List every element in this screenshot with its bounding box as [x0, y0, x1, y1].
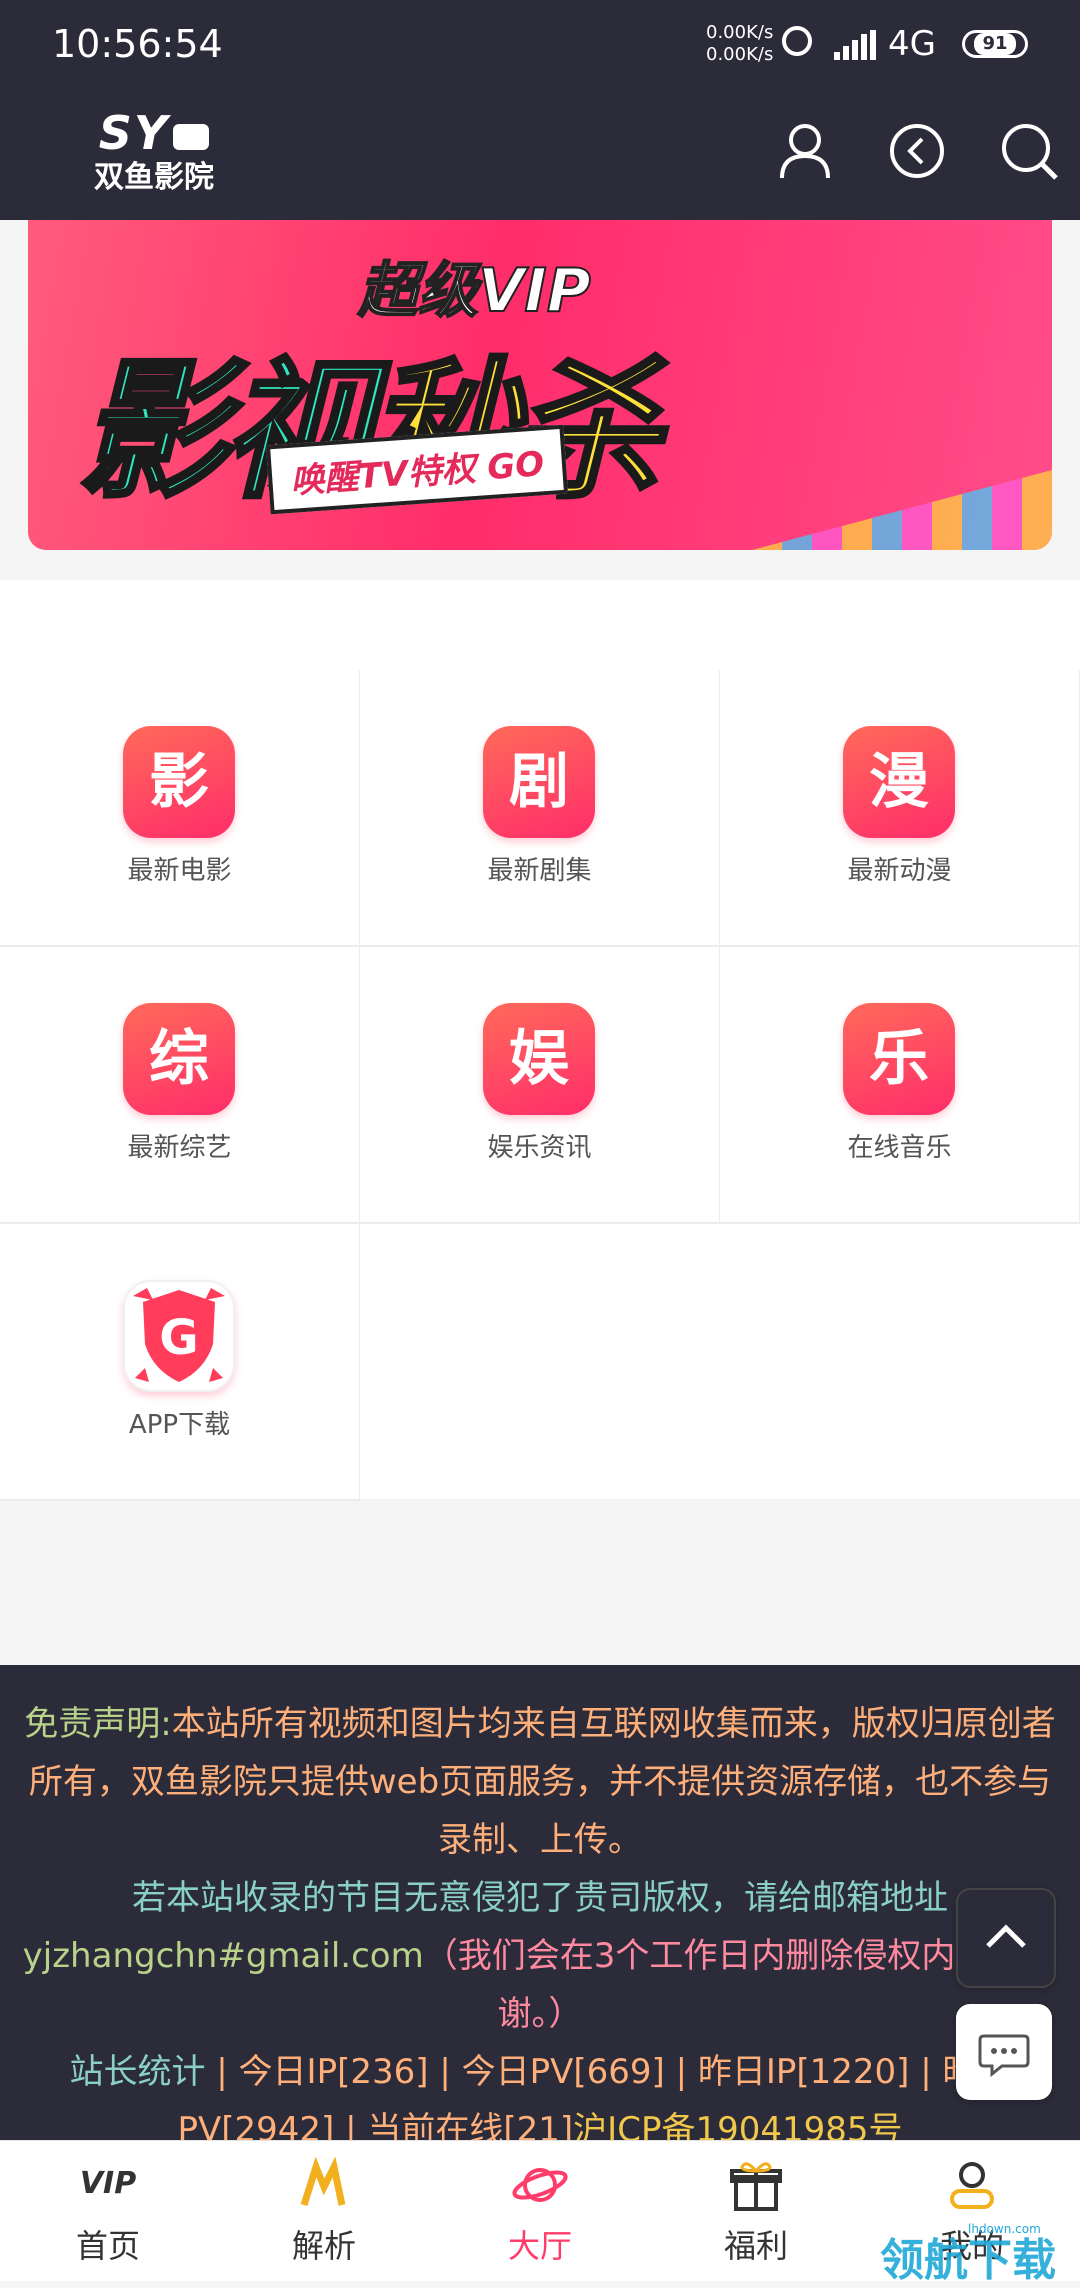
vip-icon: VIP: [80, 2166, 136, 2201]
svg-text:VIP: VIP: [80, 2166, 136, 2201]
stats-link[interactable]: 站长统计: [69, 2052, 205, 2092]
user-icon[interactable]: [770, 116, 840, 186]
category-anime[interactable]: 漫 最新动漫: [720, 670, 1080, 947]
m-logo-icon: [300, 2157, 346, 2207]
category-label: 最新动漫: [847, 856, 952, 886]
category-variety[interactable]: 综 最新综艺: [0, 947, 361, 1224]
watermark-logo: 领航下载: [880, 2235, 1056, 2286]
back-to-top-button[interactable]: [956, 1888, 1056, 1988]
category-entertainment[interactable]: 娱 娱乐资讯: [360, 947, 721, 1224]
history-icon[interactable]: [882, 116, 952, 186]
logo-name: 双鱼影院: [94, 160, 214, 195]
battery-icon: 91: [962, 30, 1028, 58]
nav-parse[interactable]: 解析: [216, 2141, 432, 2281]
grid-empty: [360, 1224, 1080, 1499]
alarm-icon: [782, 26, 812, 56]
status-time: 10:56:54: [52, 22, 223, 66]
svg-text:G: G: [159, 1310, 198, 1366]
category-label: 最新剧集: [487, 856, 592, 886]
user-icon: [950, 2162, 994, 2209]
contact-email[interactable]: yjzhangchn#gmail.com: [23, 1936, 424, 1976]
logo-mark: SY: [84, 108, 224, 158]
app-shield-icon: G: [123, 1280, 235, 1392]
net-up-speed: 0.00K/s: [706, 22, 774, 43]
category-label: 最新电影: [127, 856, 232, 886]
category-app-download[interactable]: G APP下载: [0, 1224, 361, 1501]
category-series[interactable]: 剧 最新剧集: [360, 670, 721, 947]
app-header: SY 双鱼影院: [0, 90, 1080, 220]
promo-banner[interactable]: 超级VIP 影视秒杀 唤醒TV特权 GO: [28, 220, 1052, 550]
network-speed: 0.00K/s 0.00K/s: [706, 22, 773, 66]
disclaimer-paragraph-2: 若本站收录的节目无意侵犯了贵司版权，请给邮箱地址yjzhangchn#gmail…: [22, 1878, 1058, 2034]
planet-icon: [512, 2168, 568, 2202]
chat-icon: [978, 2034, 1030, 2078]
variety-icon: 综: [123, 1003, 235, 1115]
disclaimer-paragraph-1: 免责声明:本站所有视频和图片均来自互联网收集而来，版权归原创者所有，双鱼影院只提…: [24, 1704, 1056, 1860]
entertainment-icon: 娱: [483, 1003, 595, 1115]
category-movies[interactable]: 影 最新电影: [0, 670, 361, 947]
anime-icon: 漫: [843, 726, 955, 838]
battery-level: 91: [974, 33, 1016, 55]
category-label: 娱乐资讯: [487, 1133, 592, 1163]
nav-welfare[interactable]: 福利: [648, 2141, 864, 2281]
site-logo[interactable]: SY 双鱼影院: [84, 108, 224, 208]
banner-flags: [752, 470, 1052, 550]
series-icon: 剧: [483, 726, 595, 838]
category-music[interactable]: 乐 在线音乐: [720, 947, 1080, 1224]
chat-button[interactable]: [956, 2004, 1052, 2100]
movie-icon: 影: [123, 726, 235, 838]
status-bar: 10:56:54 0.00K/s 0.00K/s 4G 91: [0, 0, 1080, 90]
camera-icon: [173, 123, 210, 150]
music-icon: 乐: [843, 1003, 955, 1115]
search-icon[interactable]: [994, 116, 1064, 186]
network-type: 4G: [888, 24, 936, 64]
category-grid: 影 最新电影 剧 最新剧集 漫 最新动漫 综 最新综艺 娱 娱乐资讯 乐 在线音…: [0, 670, 1080, 1510]
gift-icon: [730, 2162, 782, 2211]
net-down-speed: 0.00K/s: [706, 44, 774, 65]
category-label: APP下载: [128, 1410, 231, 1440]
disclaimer-footer: 免责声明:本站所有视频和图片均来自互联网收集而来，版权归原创者所有，双鱼影院只提…: [0, 1665, 1080, 2150]
category-label: 最新综艺: [127, 1133, 232, 1163]
signal-icon: [834, 30, 876, 60]
category-label: 在线音乐: [847, 1133, 952, 1163]
nav-hall[interactable]: 大厅: [432, 2141, 648, 2281]
nav-home[interactable]: VIP 首页: [0, 2141, 216, 2281]
spacer: [0, 580, 1080, 670]
